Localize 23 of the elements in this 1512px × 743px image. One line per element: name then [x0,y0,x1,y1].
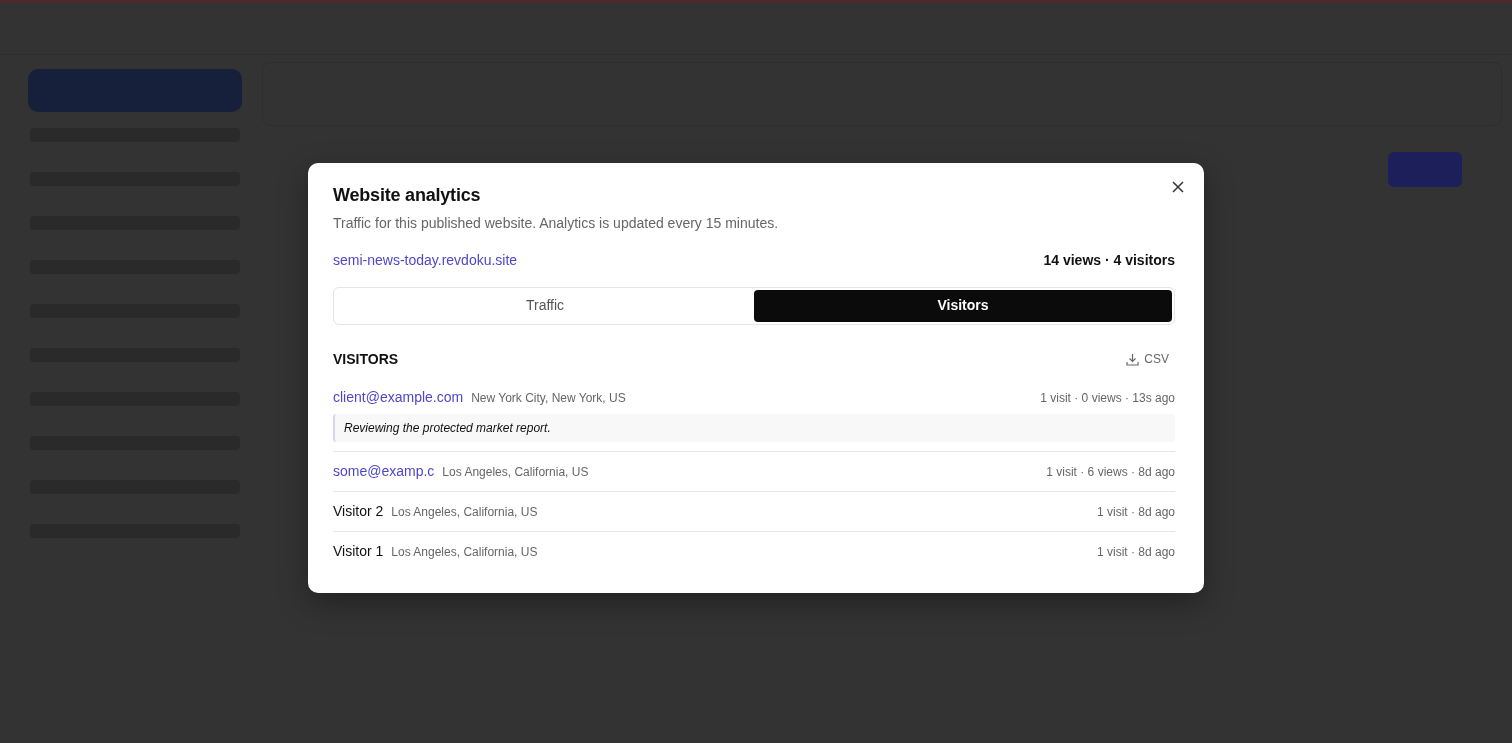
visitor-stats: 1 visit · 8d ago [1096,543,1175,561]
visitor-stats: 1 visit · 0 views · 13s ago [1040,389,1175,407]
csv-download-button[interactable]: CSV [1120,350,1175,369]
visitor-name: Visitor 2 [333,501,384,521]
close-icon[interactable] [1170,179,1186,195]
tab[interactable]: Visitors [754,289,1172,322]
visitor-name: Visitor 1 [333,541,384,561]
section-heading: VISITORS [333,349,399,369]
visitor-stats: 1 visit · 6 views · 8d ago [1046,463,1175,481]
visitor-email-link[interactable]: some@examp.c [333,460,435,482]
dialog-title: Website analytics [333,185,482,207]
download-icon [1126,352,1140,366]
visitor-location: Los Angeles, California, US [442,463,589,481]
visitor-note: Reviewing the protected market report. [333,413,1175,442]
tab[interactable]: Traffic [336,289,754,322]
visitor-stats: 1 visit · 8d ago [1096,503,1175,521]
visitor-location: Los Angeles, California, US [391,543,538,561]
visitor-email-link[interactable]: client@example.com [333,386,464,408]
dialog-subtitle: Traffic for this published website. Analytics is updated every 15 minutes. [333,213,780,233]
visitor-location: New York City, New York, US [471,389,626,407]
visitor-location: Los Angeles, California, US [391,503,538,521]
site-link[interactable]: semi-news-today.revdoku.site [333,249,518,271]
totals-text: 14 views · 4 visitors [1043,250,1175,270]
